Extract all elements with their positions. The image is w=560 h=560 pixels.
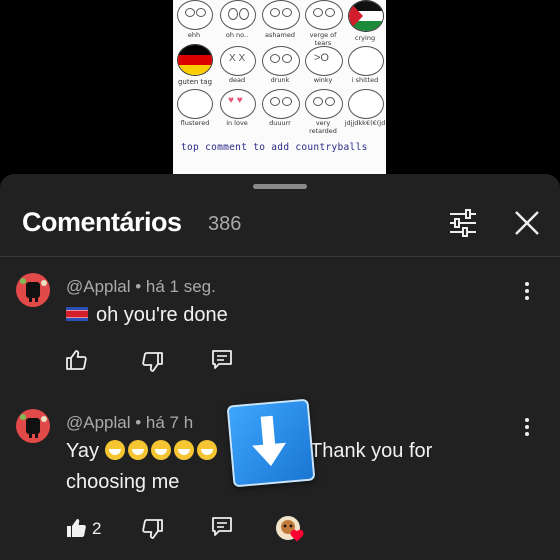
dislike-icon[interactable] — [141, 517, 165, 541]
creator-heart-icon — [290, 529, 304, 542]
like-count: 2 — [92, 519, 102, 538]
face-label: crying — [354, 34, 376, 42]
avatar[interactable] — [16, 273, 50, 307]
grin-emoji-icon — [150, 440, 171, 460]
comment-author[interactable]: @Applal • há 1 seg. — [66, 277, 216, 297]
face-verge-of-tears — [305, 0, 343, 30]
face-oh-no — [220, 0, 256, 30]
comment-author[interactable]: @Applal • há 7 h — [66, 413, 193, 433]
comment-text-line2: choosing me — [66, 471, 180, 493]
face-label: i shitted — [351, 76, 379, 84]
face-label: oh no.. — [225, 31, 249, 39]
face-label: drunk — [270, 76, 290, 84]
face-label: in love — [226, 119, 248, 127]
avatar[interactable] — [16, 409, 50, 443]
face-duuurr — [262, 89, 300, 119]
grin-emoji-icon — [196, 440, 217, 460]
germany-ball — [177, 44, 213, 76]
face-label: jdjjdkk€(€(jd — [344, 119, 386, 127]
like-icon[interactable] — [64, 348, 88, 372]
face-label: duuurr — [269, 119, 291, 127]
face-jdjjdkk — [348, 89, 384, 119]
header-divider — [0, 256, 560, 257]
sliders-icon[interactable] — [448, 209, 478, 237]
dislike-icon[interactable] — [141, 350, 165, 374]
face-very-retarded — [305, 89, 343, 119]
palestine-ball — [348, 0, 384, 32]
more-options-icon[interactable] — [524, 418, 530, 438]
face-label: very retarded — [309, 119, 337, 135]
face-flustered — [177, 89, 213, 119]
north-korea-flag-icon — [66, 307, 88, 321]
face-dead: X X — [220, 46, 256, 76]
grin-emoji-icon — [127, 440, 148, 460]
face-drunk — [262, 46, 300, 76]
reply-icon[interactable] — [210, 515, 234, 539]
drag-handle[interactable] — [253, 184, 307, 189]
video-banner-text: top comment to add countryballs — [181, 142, 368, 153]
face-label: flustered — [180, 119, 210, 127]
face-ashamed — [262, 0, 300, 30]
face-i-shitted — [348, 46, 384, 76]
grin-emoji-icon — [104, 440, 125, 460]
face-label: verge of tears — [309, 31, 337, 47]
like-filled-icon[interactable] — [64, 516, 88, 540]
face-in-love: ♥ ♥ — [220, 89, 256, 119]
comments-count: 386 — [208, 213, 242, 235]
face-label: ehh — [187, 31, 201, 39]
video-frame: ehh oh no.. ashamed verge of tears cryin… — [173, 0, 386, 174]
face-ehh — [177, 0, 213, 30]
face-label: winky — [313, 76, 333, 84]
face-label: dead — [228, 76, 246, 84]
more-options-icon[interactable] — [524, 282, 530, 302]
download-arrow-icon — [226, 398, 316, 488]
comments-title: Comentários — [22, 207, 182, 237]
face-label: ashamed — [265, 31, 295, 39]
comment-text-end: Thank you for — [310, 440, 433, 462]
comment-text: oh you're done — [66, 300, 228, 331]
close-icon[interactable] — [512, 208, 542, 238]
reply-icon[interactable] — [210, 348, 234, 372]
face-label: guten tag — [177, 78, 213, 86]
grin-emoji-icon — [173, 440, 194, 460]
face-winky: >O — [305, 46, 343, 76]
video-player[interactable]: ehh oh no.. ashamed verge of tears cryin… — [0, 0, 560, 174]
